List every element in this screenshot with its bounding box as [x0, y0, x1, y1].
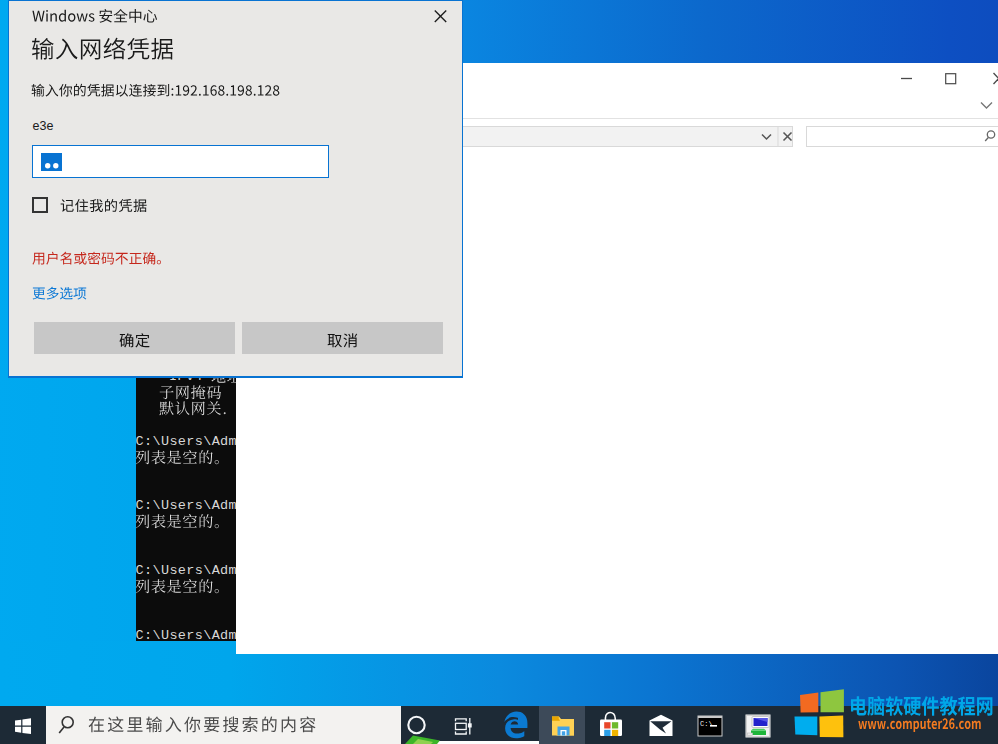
svg-text:C:\: C:\ — [700, 720, 713, 728]
